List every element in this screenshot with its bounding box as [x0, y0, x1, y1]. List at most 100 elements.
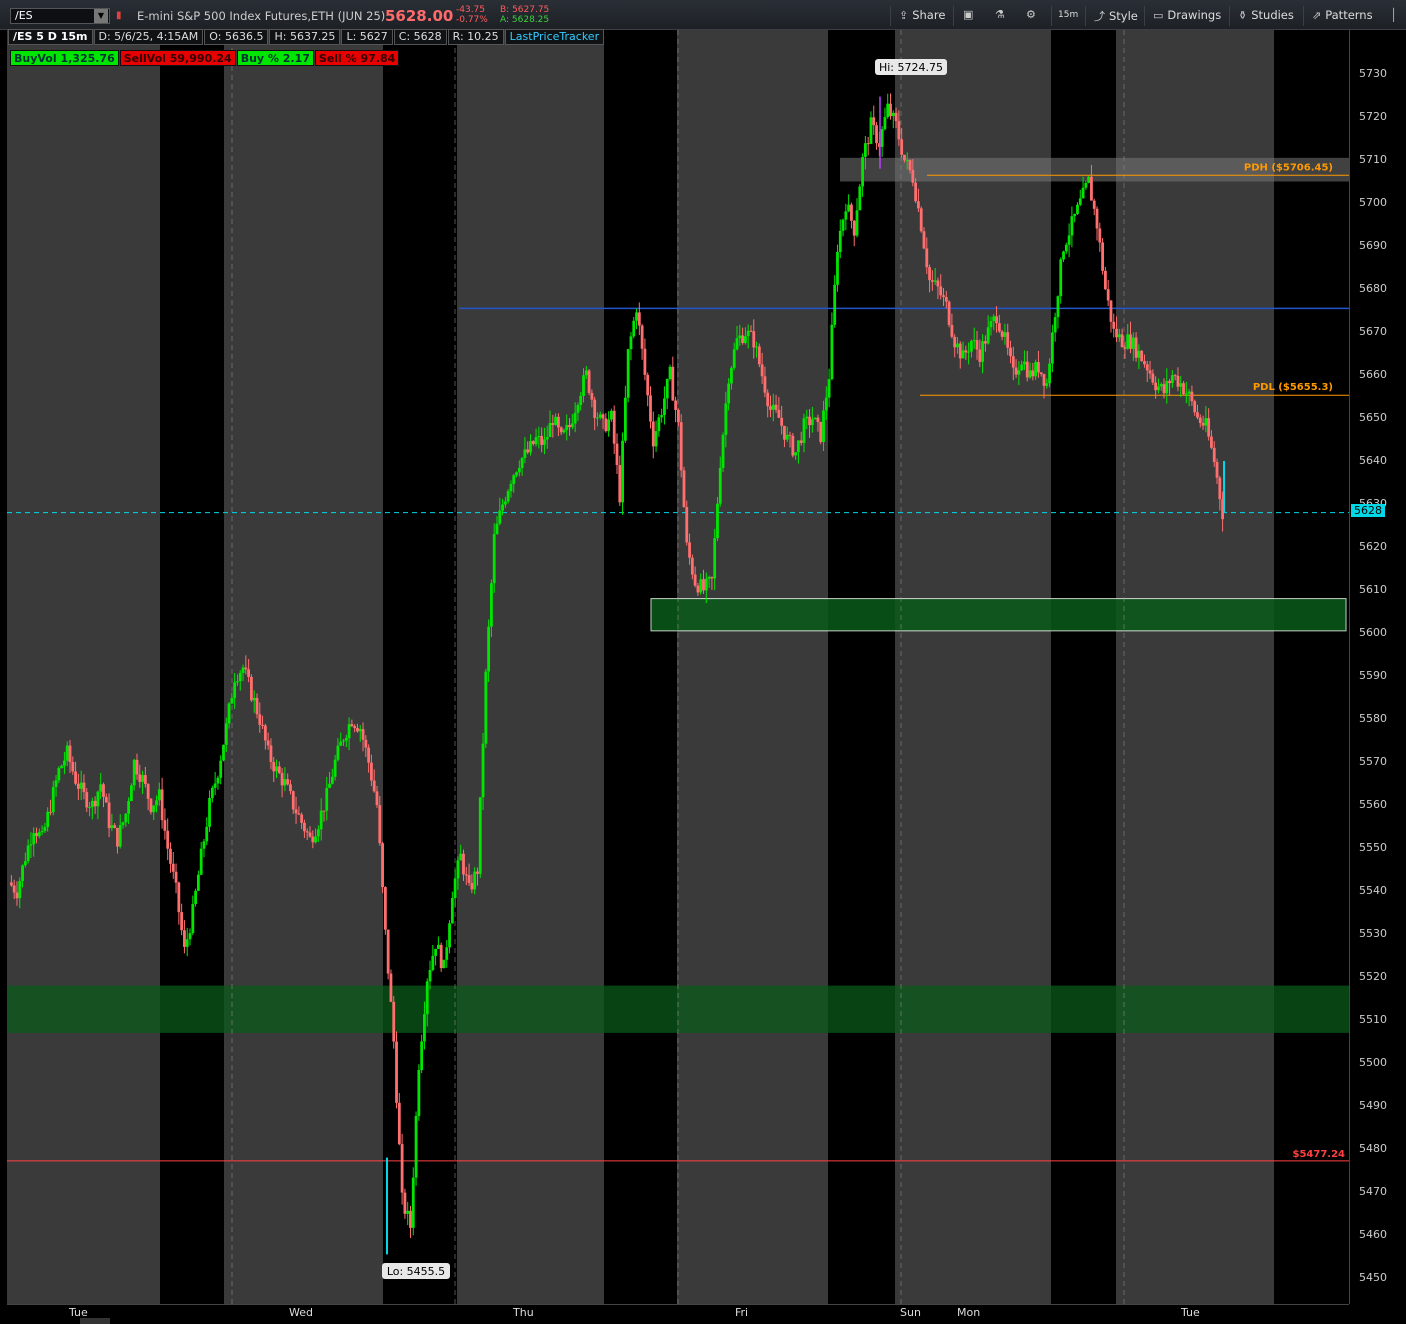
- up-candle-body: [855, 210, 859, 236]
- down-candle-body: [263, 725, 267, 741]
- y-tick-label: 5490: [1359, 1099, 1387, 1112]
- study-label[interactable]: LastPriceTracker: [504, 29, 605, 45]
- down-candle-body: [116, 827, 119, 847]
- up-candle-body: [861, 156, 864, 187]
- patterns-button[interactable]: ⇗ Patterns: [1312, 8, 1373, 22]
- up-candle-body: [344, 738, 348, 741]
- down-candle-body: [71, 762, 75, 772]
- settings-button[interactable]: ⚙: [1026, 8, 1036, 21]
- down-candle-body: [788, 434, 792, 436]
- down-candle-body: [9, 882, 13, 886]
- up-candle-body: [478, 797, 482, 874]
- flag-icon: ▮: [116, 10, 122, 21]
- down-candle-body: [322, 810, 326, 812]
- down-candle-body: [397, 1102, 401, 1145]
- up-candle-body: [847, 204, 851, 212]
- up-candle-body: [1131, 337, 1135, 349]
- up-candle-body: [185, 939, 189, 947]
- studies-button[interactable]: ⚱ Studies: [1238, 8, 1294, 22]
- y-tick-label: 5570: [1359, 755, 1387, 768]
- down-candle-body: [1210, 436, 1213, 448]
- up-candle-body: [431, 955, 435, 971]
- up-candle-body: [54, 780, 58, 787]
- up-candle-body: [961, 350, 965, 359]
- style-button[interactable]: ⤴ Style: [1094, 8, 1138, 24]
- up-candle-body: [797, 440, 800, 453]
- up-candle-body: [529, 441, 532, 453]
- up-candle-body: [738, 335, 742, 339]
- up-candle-body: [1023, 361, 1026, 365]
- overnight-bg: [1274, 30, 1349, 1304]
- down-candle-body: [649, 395, 652, 422]
- down-candle-body: [1140, 350, 1144, 362]
- chart-canvas[interactable]: Hi: 5724.75 Lo: 5455.5 PDH ($5706.45) PDL (…: [7, 30, 1349, 1304]
- down-candle-body: [637, 312, 641, 326]
- price-change: -43.75 -0.77%: [456, 5, 488, 25]
- up-candle-body: [727, 383, 731, 404]
- up-candle-body: [972, 340, 976, 342]
- price-axis[interactable]: 5450 5460 5470 5480 5490 5500 5510 5520 5530 5540…: [1349, 30, 1406, 1304]
- up-candle-body: [152, 805, 156, 813]
- up-candle-body: [716, 503, 719, 539]
- down-candle-body: [819, 421, 823, 443]
- down-candle-body: [875, 125, 878, 144]
- time-axis[interactable]: Tue Wed Thu Fri Sun Mon Tue: [7, 1304, 1349, 1324]
- style-icon: ⤴: [1094, 10, 1105, 23]
- share-button[interactable]: ⇪ Share: [899, 8, 945, 22]
- screenshot-button[interactable]: ▣: [963, 8, 973, 21]
- drawings-button[interactable]: ▭ Drawings: [1153, 8, 1221, 22]
- up-candle-body: [989, 321, 993, 328]
- up-candle-body: [534, 437, 538, 445]
- price-chart[interactable]: Hi: 5724.75 Lo: 5455.5 PDH ($5706.45) PDL (…: [7, 30, 1349, 1304]
- flask-button[interactable]: ⚗: [995, 8, 1005, 21]
- interval-button[interactable]: 15m: [1058, 10, 1078, 20]
- down-candle-body: [911, 169, 915, 183]
- down-candle-body: [1014, 367, 1018, 375]
- down-candle-body: [1106, 289, 1110, 301]
- up-candle-body: [1081, 187, 1085, 199]
- up-candle-body: [663, 398, 666, 416]
- y-tick-label: 5500: [1359, 1056, 1387, 1069]
- down-candle-body: [604, 418, 608, 432]
- down-candle-body: [799, 440, 803, 443]
- down-candle-body: [1129, 334, 1132, 349]
- down-candle-body: [305, 831, 309, 833]
- up-candle-body: [492, 534, 496, 584]
- chevron-down-icon[interactable]: ▼: [94, 9, 108, 23]
- down-candle-body: [676, 409, 680, 423]
- down-candle-body: [244, 667, 248, 670]
- down-candle-body: [1090, 176, 1093, 201]
- down-candle-body: [383, 887, 387, 930]
- down-candle-body: [922, 231, 926, 249]
- down-candle-body: [983, 341, 987, 344]
- horizontal-scrollbar[interactable]: [80, 1318, 110, 1324]
- up-candle-body: [730, 367, 733, 384]
- down-candle-body: [1112, 321, 1116, 329]
- up-candle-body: [233, 682, 237, 698]
- chart-symbol-label[interactable]: /ES 5 D 15m: [8, 29, 93, 45]
- down-candle-body: [1162, 384, 1166, 394]
- volume-stats-bar: BuyVol 1,325.76 SellVol 59,990.24 Buy % …: [10, 50, 400, 66]
- down-candle-body: [1098, 228, 1102, 243]
- up-candle-body: [509, 483, 513, 492]
- overnight-bg: [160, 30, 224, 1304]
- down-candle-body: [258, 714, 262, 725]
- down-candle-body: [866, 143, 870, 145]
- menu-icon[interactable]: │: [1390, 8, 1397, 22]
- studies-label: Studies: [1251, 8, 1294, 22]
- down-candle-body: [350, 724, 354, 727]
- down-candle-body: [741, 335, 744, 343]
- flask-icon: ⚗: [995, 8, 1005, 21]
- up-candle-body: [63, 760, 66, 766]
- up-candle-body: [827, 379, 831, 398]
- trading-chart-window: /ES ▼ ▮ E-mini S&P 500 Index Futures,ETH…: [0, 0, 1406, 1324]
- down-candle-body: [1148, 370, 1152, 374]
- up-candle-body: [1179, 383, 1183, 387]
- up-candle-body: [517, 467, 521, 473]
- demand-zone-upper: [650, 598, 1347, 632]
- up-candle-body: [473, 871, 477, 890]
- down-candle-body: [372, 780, 376, 792]
- up-candle-body: [425, 981, 429, 1015]
- down-candle-body: [618, 465, 622, 503]
- up-candle-body: [573, 412, 577, 424]
